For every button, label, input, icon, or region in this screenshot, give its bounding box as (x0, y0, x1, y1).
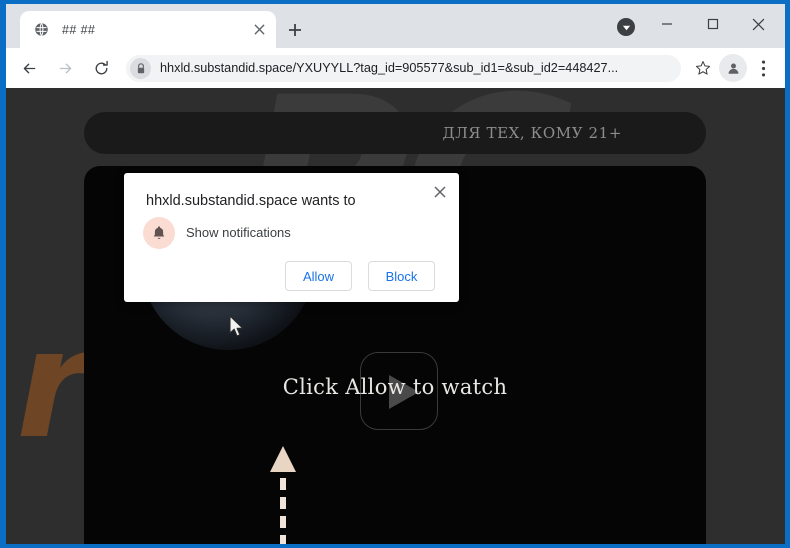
browser-tab[interactable]: ## ## (20, 11, 276, 48)
bell-icon (143, 217, 175, 249)
reload-button[interactable] (86, 53, 116, 83)
browser-window: ## ## hhxld.substandid.space/YXUYYLL?tag… (6, 4, 785, 544)
page-viewport: PC risk.com ДЛЯ ТЕХ, КОМУ 21+ Click Allo… (6, 88, 785, 544)
three-dot-menu-icon[interactable] (749, 54, 777, 82)
watch-caption: Click Allow to watch (282, 375, 508, 399)
back-button[interactable] (14, 53, 44, 83)
tab-title: ## ## (62, 22, 96, 37)
screenshot-root: ## ## hhxld.substandid.space/YXUYYLL?tag… (0, 0, 790, 548)
lock-icon[interactable] (130, 57, 151, 79)
reload-icon (95, 60, 108, 74)
arrow-dash (280, 535, 286, 544)
close-icon[interactable] (250, 21, 268, 39)
arrow-head-icon (270, 446, 296, 472)
maximize-button[interactable] (690, 8, 735, 40)
download-indicator-icon[interactable] (617, 18, 635, 36)
allow-button[interactable]: Allow (285, 261, 352, 291)
block-button[interactable]: Block (368, 261, 435, 291)
window-close-button[interactable] (736, 8, 781, 40)
bookmark-button[interactable] (689, 54, 717, 82)
close-icon (752, 18, 765, 30)
globe-icon (33, 21, 50, 38)
arrow-dash (280, 497, 286, 509)
permission-option-label: Show notifications (186, 225, 291, 240)
browser-toolbar: hhxld.substandid.space/YXUYYLL?tag_id=90… (6, 48, 785, 88)
site-header-text: ДЛЯ ТЕХ, КОМУ 21+ (442, 124, 622, 142)
star-icon (695, 61, 711, 75)
minimize-icon (661, 23, 672, 25)
address-bar[interactable]: hhxld.substandid.space/YXUYYLL?tag_id=90… (126, 54, 681, 82)
tab-strip: ## ## (6, 4, 785, 48)
forward-button[interactable] (50, 53, 80, 83)
permission-dialog-title: hhxld.substandid.space wants to (146, 193, 356, 209)
profile-avatar-icon[interactable] (719, 54, 747, 82)
site-header-bar: ДЛЯ ТЕХ, КОМУ 21+ (84, 112, 706, 154)
mouse-pointer-icon (229, 315, 246, 339)
dashed-up-arrow-icon (270, 446, 296, 544)
minimize-button[interactable] (644, 8, 689, 40)
back-arrow-icon (23, 63, 35, 73)
maximize-icon (707, 18, 718, 30)
url-text: hhxld.substandid.space/YXUYYLL?tag_id=90… (160, 61, 619, 75)
forward-arrow-icon (59, 63, 71, 73)
plus-icon (289, 24, 301, 36)
arrow-dash (280, 478, 286, 490)
close-icon[interactable] (427, 179, 453, 205)
arrow-dash (280, 516, 286, 528)
new-tab-button[interactable] (282, 17, 308, 43)
notification-permission-dialog: hhxld.substandid.space wants to Show not… (124, 173, 459, 302)
